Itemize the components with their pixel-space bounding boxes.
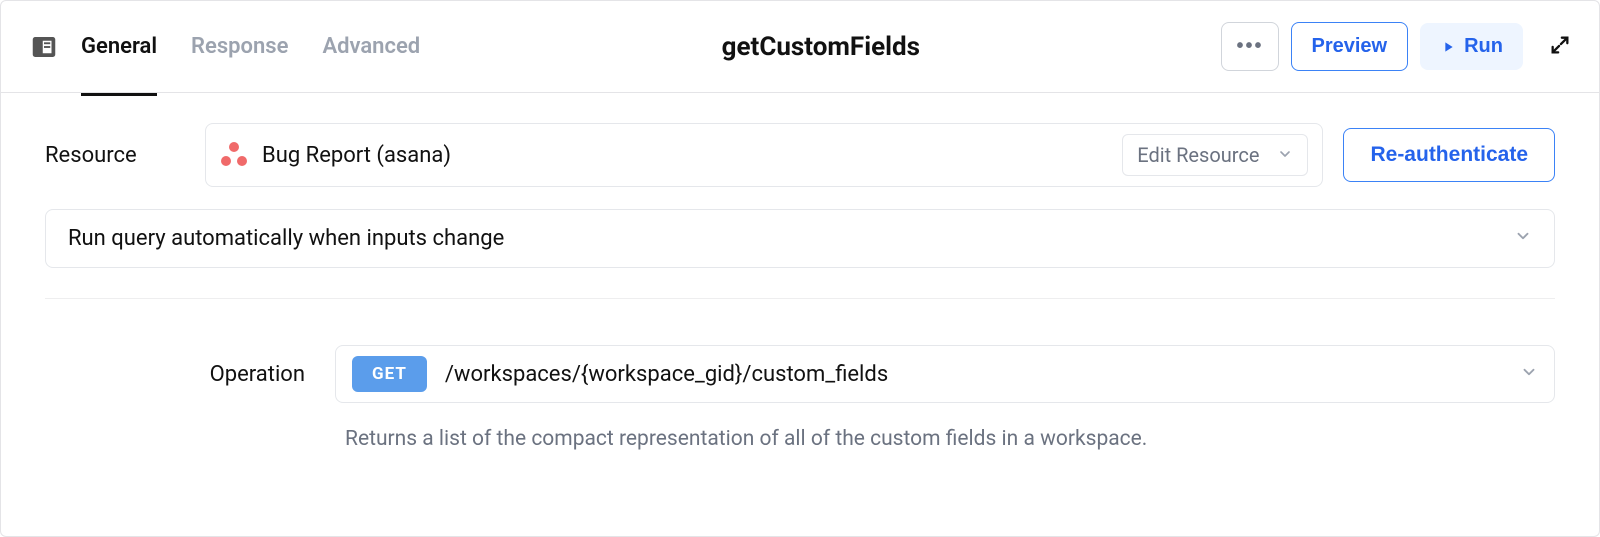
tab-response[interactable]: Response: [191, 10, 288, 83]
tabs: General Response Advanced: [81, 10, 420, 83]
resource-row: Resource Bug Report (asana) Edit Resourc…: [45, 123, 1555, 187]
chevron-down-icon: [1520, 363, 1538, 385]
operation-label: Operation: [45, 362, 315, 387]
header: General Response Advanced getCustomField…: [1, 1, 1599, 93]
run-button-label: Run: [1464, 35, 1503, 58]
play-icon: [1440, 39, 1456, 55]
tab-general[interactable]: General: [81, 10, 157, 83]
asana-icon: [220, 141, 248, 169]
divider: [45, 298, 1555, 299]
operation-description: Returns a list of the compact representa…: [345, 427, 1555, 451]
edit-resource-button[interactable]: Edit Resource: [1122, 134, 1308, 176]
query-title[interactable]: getCustomFields: [420, 32, 1221, 62]
operation-selector[interactable]: GET /workspaces/{workspace_gid}/custom_f…: [335, 345, 1555, 403]
operation-path: /workspaces/{workspace_gid}/custom_field…: [445, 362, 1502, 387]
operation-row: Operation GET /workspaces/{workspace_gid…: [45, 345, 1555, 403]
run-mode-label: Run query automatically when inputs chan…: [68, 226, 504, 251]
resource-selector[interactable]: Bug Report (asana) Edit Resource: [205, 123, 1323, 187]
run-button[interactable]: Run: [1420, 23, 1523, 70]
edit-resource-label: Edit Resource: [1137, 143, 1259, 167]
reauthenticate-button[interactable]: Re-authenticate: [1343, 128, 1555, 182]
expand-icon[interactable]: [1549, 34, 1571, 60]
panel-toggle-icon[interactable]: [29, 32, 59, 62]
tab-advanced[interactable]: Advanced: [322, 10, 420, 83]
resource-name: Bug Report (asana): [262, 143, 1108, 168]
more-menu-button[interactable]: •••: [1221, 22, 1278, 71]
http-method-badge: GET: [352, 356, 427, 392]
chevron-down-icon: [1277, 143, 1293, 167]
preview-button[interactable]: Preview: [1291, 22, 1409, 71]
resource-label: Resource: [45, 143, 185, 168]
ellipsis-icon: •••: [1236, 35, 1263, 58]
run-mode-selector[interactable]: Run query automatically when inputs chan…: [45, 209, 1555, 268]
chevron-down-icon: [1514, 226, 1532, 251]
